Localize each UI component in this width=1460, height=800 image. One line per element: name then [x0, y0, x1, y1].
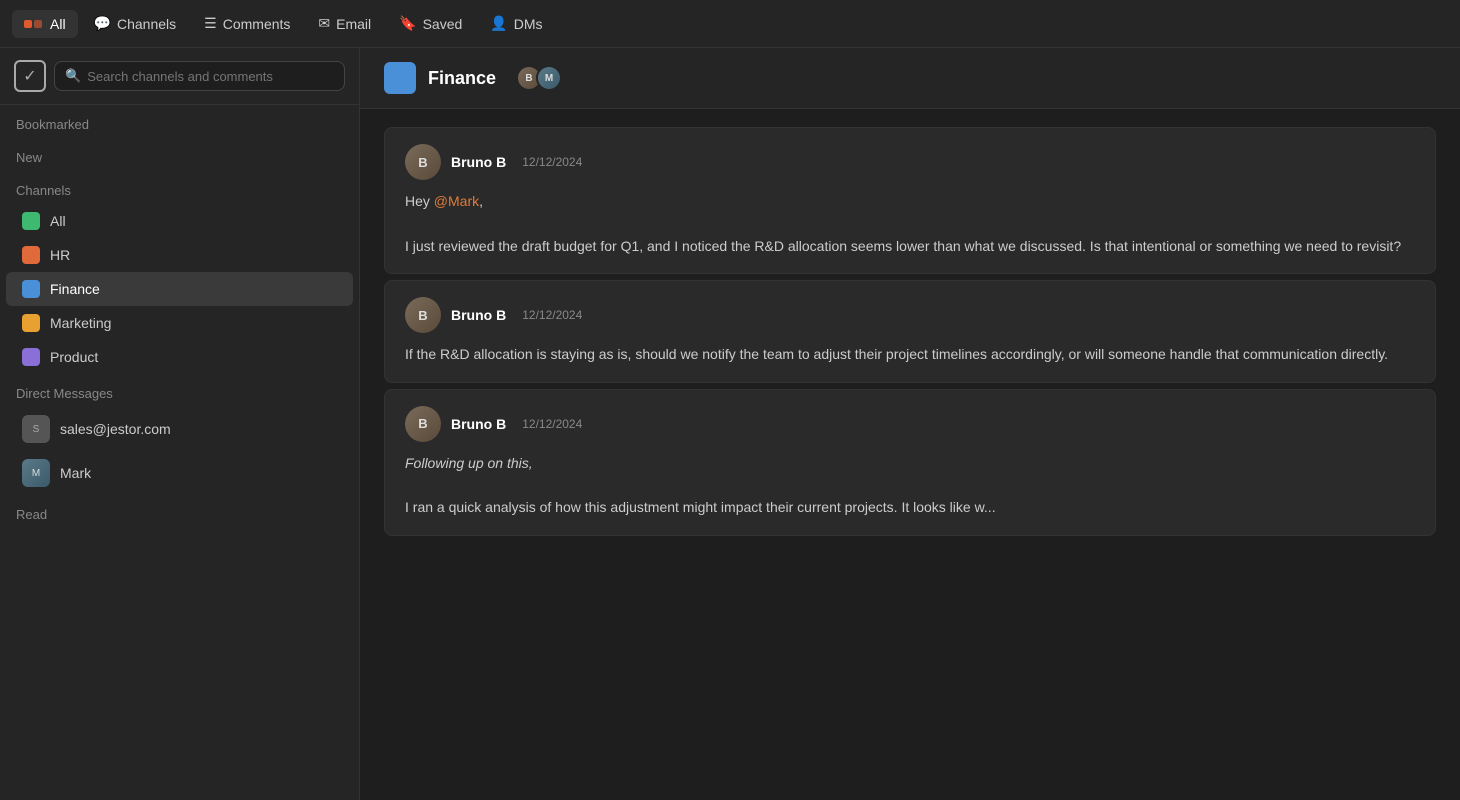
top-nav: All 💬 Channels ☰ Comments ✉ Email 🔖 Save…	[0, 0, 1460, 48]
sidebar-item-finance[interactable]: Finance	[6, 272, 353, 306]
nav-saved[interactable]: 🔖 Saved	[387, 9, 474, 38]
sidebar-product-label: Product	[50, 349, 98, 365]
bookmarked-section-label: Bookmarked	[0, 105, 359, 138]
sidebar: ✓ 🔍 Bookmarked New Channels All HR Finan…	[0, 48, 360, 800]
search-input[interactable]	[87, 69, 334, 84]
msg-avatar-3: B	[405, 406, 441, 442]
sidebar-marketing-label: Marketing	[50, 315, 111, 331]
sidebar-search-area: ✓ 🔍	[0, 48, 359, 105]
msg-date-1: 12/12/2024	[522, 155, 582, 169]
search-icon: 🔍	[65, 68, 81, 84]
nav-saved-label: Saved	[423, 16, 463, 32]
new-section-label: New	[0, 138, 359, 171]
msg-avatar-1: B	[405, 144, 441, 180]
comments-icon: ☰	[204, 15, 217, 32]
msg-sender-2: Bruno B	[451, 307, 506, 323]
channels-icon: 💬	[94, 15, 111, 32]
sidebar-item-sales[interactable]: S sales@jestor.com	[6, 407, 353, 451]
channel-icon	[384, 62, 416, 94]
messages-container[interactable]: B Bruno B 12/12/2024 Hey @Mark, I just r…	[360, 109, 1460, 800]
dms-icon: 👤	[490, 15, 507, 32]
nav-all-label: All	[50, 16, 66, 32]
message-text-3: I ran a quick analysis of how this adjus…	[405, 499, 996, 515]
sales-avatar: S	[22, 415, 50, 443]
mention-mark: @Mark	[434, 193, 479, 209]
nav-dms-label: DMs	[514, 16, 543, 32]
msg-date-3: 12/12/2024	[522, 417, 582, 431]
nav-comments-label: Comments	[223, 16, 291, 32]
msg-date-2: 12/12/2024	[522, 308, 582, 322]
sidebar-item-product[interactable]: Product	[6, 340, 353, 374]
channel-avatars: B M	[516, 65, 562, 91]
nav-dms[interactable]: 👤 DMs	[478, 9, 554, 38]
message-body-3: Following up on this, I ran a quick anal…	[405, 452, 1415, 519]
hr-dot	[22, 246, 40, 264]
message-header-1: B Bruno B 12/12/2024	[405, 144, 1415, 180]
message-header-3: B Bruno B 12/12/2024	[405, 406, 1415, 442]
nav-email-label: Email	[336, 16, 371, 32]
nav-channels[interactable]: 💬 Channels	[82, 9, 189, 38]
read-section-label: Read	[0, 495, 359, 528]
sidebar-item-all[interactable]: All	[6, 204, 353, 238]
main-layout: ✓ 🔍 Bookmarked New Channels All HR Finan…	[0, 48, 1460, 800]
channel-header: Finance B M	[360, 48, 1460, 109]
channels-section-label: Channels	[0, 171, 359, 204]
nav-all[interactable]: All	[12, 10, 78, 38]
check-icon[interactable]: ✓	[14, 60, 46, 92]
msg-sender-3: Bruno B	[451, 416, 506, 432]
logo-icon	[24, 20, 42, 28]
message-header-2: B Bruno B 12/12/2024	[405, 297, 1415, 333]
sidebar-item-mark[interactable]: M Mark	[6, 451, 353, 495]
content-area: Finance B M B Bruno B 12/12/2024	[360, 48, 1460, 800]
dm-section-label: Direct Messages	[0, 374, 359, 407]
marketing-dot	[22, 314, 40, 332]
message-italic-3: Following up on this,	[405, 455, 533, 471]
sidebar-item-marketing[interactable]: Marketing	[6, 306, 353, 340]
nav-channels-label: Channels	[117, 16, 176, 32]
search-box[interactable]: 🔍	[54, 61, 345, 91]
sidebar-sales-label: sales@jestor.com	[60, 421, 171, 437]
message-body-1: Hey @Mark, I just reviewed the draft bud…	[405, 190, 1415, 257]
sidebar-item-hr[interactable]: HR	[6, 238, 353, 272]
sidebar-finance-label: Finance	[50, 281, 100, 297]
all-dot	[22, 212, 40, 230]
message-card-2: B Bruno B 12/12/2024 If the R&D allocati…	[384, 280, 1436, 382]
sidebar-all-label: All	[50, 213, 66, 229]
saved-icon: 🔖	[399, 15, 416, 32]
channel-title: Finance	[428, 68, 496, 89]
email-icon: ✉	[318, 15, 330, 32]
message-text-1: I just reviewed the draft budget for Q1,…	[405, 238, 1401, 254]
sidebar-hr-label: HR	[50, 247, 70, 263]
msg-sender-1: Bruno B	[451, 154, 506, 170]
message-text-2: If the R&D allocation is staying as is, …	[405, 346, 1388, 362]
message-card-3: B Bruno B 12/12/2024 Following up on thi…	[384, 389, 1436, 536]
mark-avatar: M	[22, 459, 50, 487]
product-dot	[22, 348, 40, 366]
msg-avatar-2: B	[405, 297, 441, 333]
finance-dot	[22, 280, 40, 298]
sidebar-mark-label: Mark	[60, 465, 91, 481]
nav-comments[interactable]: ☰ Comments	[192, 9, 302, 38]
message-card-1: B Bruno B 12/12/2024 Hey @Mark, I just r…	[384, 127, 1436, 274]
message-body-2: If the R&D allocation is staying as is, …	[405, 343, 1415, 365]
channel-avatar-2: M	[536, 65, 562, 91]
nav-email[interactable]: ✉ Email	[306, 9, 383, 38]
